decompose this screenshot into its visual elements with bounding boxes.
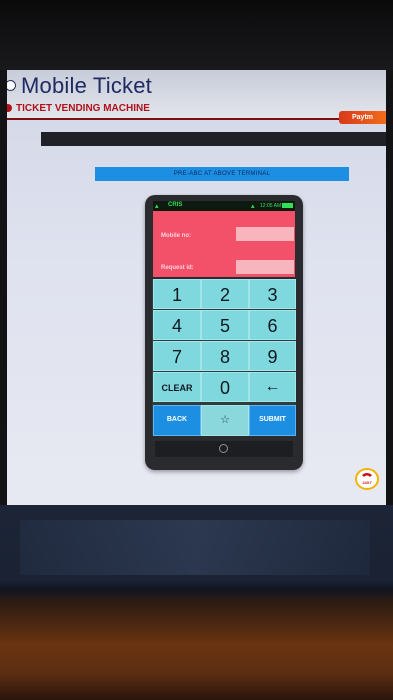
info-banner: PRE-ABC AT ABOVE TERMINAL <box>95 167 349 181</box>
kiosk-screen: Mobile Ticket TICKET VENDING MACHINE Pay… <box>7 70 386 505</box>
app-logo-icon <box>7 80 16 91</box>
key-6[interactable]: 6 <box>249 310 296 340</box>
numeric-keypad: 1 2 3 4 5 6 7 8 9 CLEAR 0 ← BACK ☆ SUBMI… <box>152 279 296 436</box>
screen-reflection <box>20 520 370 575</box>
key-2[interactable]: 2 <box>201 279 249 309</box>
star-key[interactable]: ☆ <box>201 405 249 436</box>
backspace-button[interactable]: ← <box>249 372 296 402</box>
request-id-input[interactable] <box>236 260 294 274</box>
request-id-label: Request id: <box>161 265 194 271</box>
submit-button[interactable]: SUBMIT <box>249 405 296 436</box>
phone-home-bar <box>155 441 293 457</box>
signal-icon: ▴ <box>155 203 159 210</box>
key-4[interactable]: 4 <box>153 310 201 340</box>
app-subtitle: TICKET VENDING MACHINE <box>16 103 150 114</box>
home-button-icon[interactable] <box>219 444 228 453</box>
key-8[interactable]: 8 <box>201 341 249 371</box>
key-5[interactable]: 5 <box>201 310 249 340</box>
mobile-number-input[interactable] <box>236 227 294 241</box>
subtitle-bullet-icon <box>7 104 12 112</box>
key-9[interactable]: 9 <box>249 341 296 371</box>
phone-status-bar: ▴ CRIS ▴ 12:05 AM <box>153 201 295 211</box>
header-divider-bar <box>41 132 386 146</box>
key-0[interactable]: 0 <box>201 372 249 402</box>
mobile-number-label: Mobile no: <box>161 233 191 239</box>
phone-keypad-panel: ▴ CRIS ▴ 12:05 AM Mobile no: Request id:… <box>145 195 303 470</box>
clear-button[interactable]: CLEAR <box>153 372 201 402</box>
battery-icon <box>282 203 293 208</box>
helpline-phone-icon[interactable]: 24X7 <box>355 468 379 490</box>
status-app-name: CRIS <box>168 202 183 208</box>
kiosk-bezel-top <box>0 0 393 78</box>
kiosk-bezel-right <box>386 70 393 510</box>
key-3[interactable]: 3 <box>249 279 296 309</box>
helpline-label: 24X7 <box>362 480 372 485</box>
status-time: 12:05 AM <box>260 203 282 209</box>
back-button[interactable]: BACK <box>153 405 201 436</box>
kiosk-bezel-left <box>0 70 7 510</box>
network-icon: ▴ <box>251 203 255 210</box>
key-1[interactable]: 1 <box>153 279 201 309</box>
brand-badge: Paytm <box>339 111 386 124</box>
app-title: Mobile Ticket <box>21 73 152 98</box>
app-header: Mobile Ticket TICKET VENDING MACHINE <box>7 70 386 120</box>
ticket-form: Mobile no: Request id: <box>153 211 295 277</box>
key-7[interactable]: 7 <box>153 341 201 371</box>
